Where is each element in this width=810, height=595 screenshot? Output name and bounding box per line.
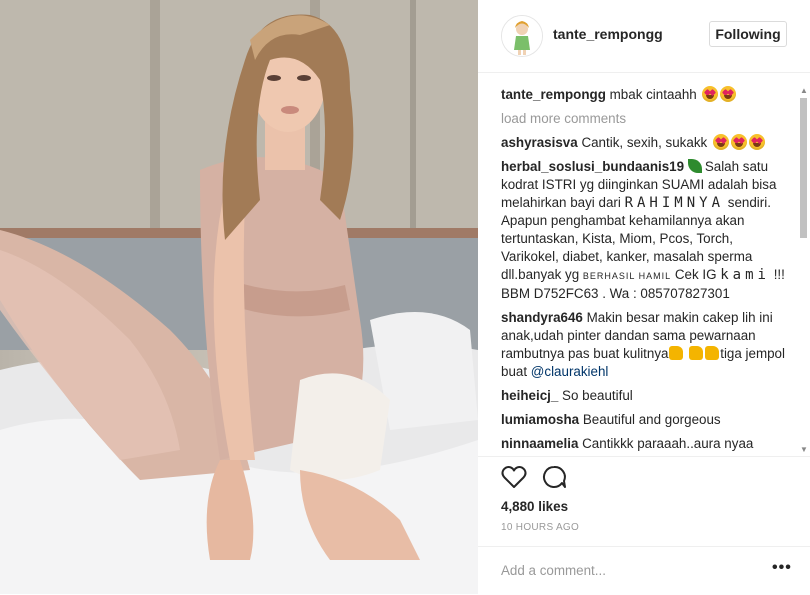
add-comment-input[interactable] [501,561,751,579]
comment-username[interactable]: ashyrasisva [501,135,578,150]
post-photo[interactable] [0,0,478,594]
avatar[interactable] [501,15,543,57]
comment-icon[interactable] [542,465,568,494]
heart-icon[interactable] [501,465,527,494]
leaf-emoji-icon [687,159,702,173]
heart-eyes-emoji-icon [720,86,737,102]
comment-text: Cantik, sexih, sukakk [581,135,708,150]
comment-item: ashyrasisva Cantik, sexih, sukakk [501,134,791,152]
comments-list: tante_rempongg mbak cintaahh load more c… [501,86,791,454]
heart-eyes-emoji-icon [748,134,765,150]
heart-eyes-emoji-icon [712,134,729,150]
load-more-comments-link[interactable]: load more comments [501,110,791,128]
mention-link[interactable]: @claurakiehl [531,364,609,379]
comment-username[interactable]: herbal_soslusi_bundaanis19 [501,159,684,174]
thumbs-up-emoji-icon [689,346,704,360]
comment-item: herbal_soslusi_bundaanis19 Salah satu ko… [501,158,791,303]
comment-text: Cantikkk paraaah..aura nyaa [582,436,754,451]
comments-scrollbar[interactable]: ▲ ▼ [796,86,810,454]
scroll-up-arrow-icon[interactable]: ▲ [800,86,808,95]
likes-count[interactable]: 4,880 likes [501,499,568,514]
caption-text: mbak cintaahh [609,87,697,102]
comment-stylized-text: RAHIMNYA [624,195,725,211]
post-panel: tante_rempongg Following tante_rempongg … [478,0,810,594]
heart-eyes-emoji-icon [702,86,719,102]
more-options-button[interactable]: ••• [772,559,792,577]
comment-username[interactable]: ninnaamelia [501,436,578,451]
caption-username[interactable]: tante_rempongg [501,87,606,102]
comment-text: So beautiful [562,388,633,403]
add-comment-bar: ••• [478,546,810,595]
comment-text: Cek IG [674,267,717,282]
post-timestamp: 10 HOURS AGO [501,522,580,533]
comment-username[interactable]: shandyra646 [501,310,583,325]
comment-item: lumiamosha Beautiful and gorgeous [501,411,791,429]
comment-username[interactable]: heiheicj_ [501,388,558,403]
avatar-illustration-icon [502,16,542,56]
heart-eyes-emoji-icon [730,134,747,150]
following-button[interactable]: Following [709,21,787,47]
thumbs-up-emoji-icon [705,346,720,360]
post-photo-illustration [0,0,478,594]
comment-stylized-text: kami [720,267,770,283]
comment-text: Beautiful and gorgeous [582,412,721,427]
scroll-down-arrow-icon[interactable]: ▼ [800,445,808,454]
comment-small-text: BERHASIL HAMIL [582,271,672,281]
caption: tante_rempongg mbak cintaahh [501,86,791,104]
scrollbar-thumb[interactable] [800,98,807,238]
comment-item: shandyra646 Makin besar makin cakep lih … [501,309,791,381]
comment-username[interactable]: lumiamosha [501,412,579,427]
comment-item: heiheicj_ So beautiful [501,387,791,405]
thumbs-up-emoji-icon [669,346,684,360]
post-author-username[interactable]: tante_rempongg [553,26,663,42]
post-header: tante_rempongg Following [478,0,810,73]
comment-item: ninnaamelia Cantikkk paraaah..aura nyaa [501,435,791,453]
post-actions [478,456,810,497]
